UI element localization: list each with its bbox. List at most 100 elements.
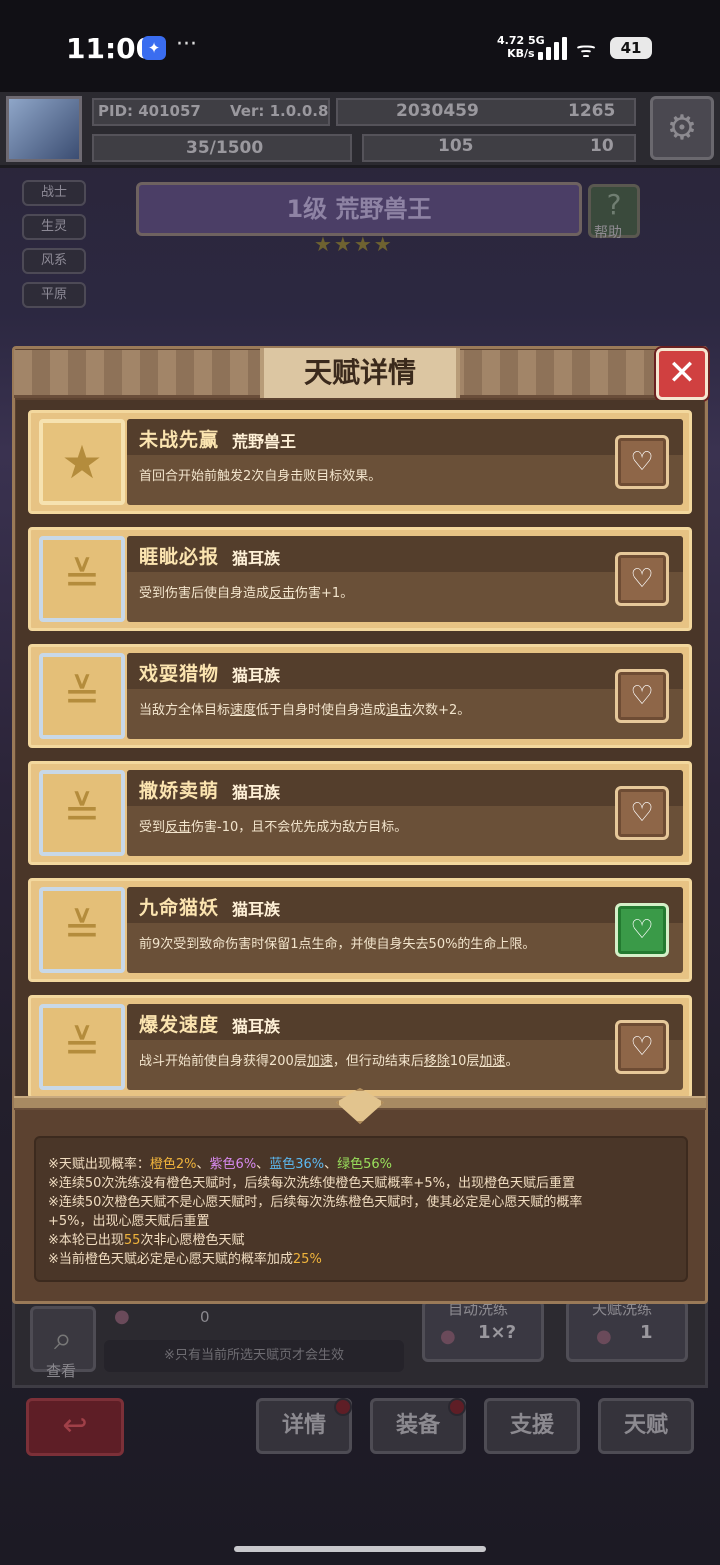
info-line-orange-pity: ※连续50次洗练没有橙色天赋时，后续每次洗练使橙色天赋概率+5%，出现橙色天赋后… — [48, 1176, 575, 1191]
back-button[interactable]: ↩ — [26, 1398, 124, 1456]
description-text: 。 — [505, 1054, 519, 1069]
notification-dot — [334, 1398, 352, 1416]
cat-icon: ≚ — [39, 1004, 125, 1090]
description-text: 伤害+1。 — [295, 586, 354, 601]
talent-name: 撒娇卖萌 — [139, 780, 220, 802]
talent-source: 荒野兽王 — [232, 432, 297, 451]
notification-dot — [448, 1398, 466, 1416]
avatar[interactable] — [6, 96, 82, 162]
info-line-round-count: ※本轮已出现55次非心愿橙色天赋 — [48, 1233, 245, 1248]
talent-description: 当敌方全体目标速度低于自身时使自身造成追击次数+2。 — [139, 699, 609, 718]
cat-icon: ≚ — [39, 536, 125, 622]
keyword-link[interactable]: 反击 — [165, 820, 191, 835]
wish-heart-icon[interactable]: ♡ — [615, 903, 669, 957]
status-bar: 11:00 ✦ ··· 4.72 5G KB/s ᯤ 41 — [0, 0, 720, 92]
stage-title: 1级 荒野兽王 — [136, 182, 582, 236]
talent-name: 未战先赢 — [139, 429, 220, 451]
description-text: 10层 — [449, 1054, 480, 1069]
talent-description: 前9次受到致命伤害时保留1点生命，并使自身失去50%的生命上限。 — [139, 933, 609, 952]
pid-text: PID: 401057 — [98, 102, 201, 120]
wish-heart-icon[interactable]: ♡ — [615, 1020, 669, 1074]
ladybug-app-icon: ✦ — [142, 36, 166, 60]
keyword-link[interactable]: 反击 — [269, 586, 295, 601]
hint-text: ※只有当前所选天赋页才会生效 — [104, 1340, 404, 1372]
info-line-wish-bonus: ※当前橙色天赋必定是心愿天赋的概率加成25% — [48, 1252, 322, 1267]
talent-card[interactable]: ≚ 爆发速度 猫耳族 战斗开始前使自身获得200层加速，但行动结束后移除10层加速。 ♡ — [28, 995, 692, 1099]
description-text: 次数+2。 — [412, 703, 471, 718]
energy-value: 35/1500 — [186, 138, 264, 158]
wish-heart-icon[interactable]: ♡ — [615, 786, 669, 840]
info-line-probability: ※天赋出现概率：橙色2%、紫色6%、蓝色36%、绿色56% — [48, 1157, 393, 1172]
wish-heart-icon[interactable]: ♡ — [615, 435, 669, 489]
cat-icon: ≚ — [39, 653, 125, 739]
potion-icon: ● — [440, 1326, 456, 1347]
help-label: 帮助 — [594, 225, 622, 241]
wish-heart-icon[interactable]: ♡ — [615, 669, 669, 723]
description-text: 战斗开始前使自身获得200层 — [139, 1054, 307, 1069]
talent-source: 猫耳族 — [232, 783, 281, 802]
search-label: 查看 — [46, 1362, 77, 1380]
tag-race: 生灵 — [22, 214, 86, 240]
star-rating: ★★★★ — [314, 232, 394, 256]
home-indicator[interactable] — [234, 1546, 486, 1552]
close-button[interactable]: ✕ — [656, 348, 708, 400]
description-text: 前9次受到致命伤害时保留1点生命，并使自身失去50%的生命上限。 — [139, 937, 536, 952]
description-text: 受到伤害后使自身造成 — [139, 586, 270, 601]
talent-description: 战斗开始前使自身获得200层加速，但行动结束后移除10层加速。 — [139, 1050, 609, 1069]
talent-description: 受到反击伤害-10，且不会优先成为敌方目标。 — [139, 816, 609, 835]
cat-icon: ≚ — [39, 770, 125, 856]
wish-heart-icon[interactable]: ♡ — [615, 552, 669, 606]
keyword-link[interactable]: 加速 — [307, 1054, 333, 1069]
tag-terrain: 平原 — [22, 282, 86, 308]
talent-name: 九命猫妖 — [139, 897, 220, 919]
talent-name: 戏耍猎物 — [139, 663, 220, 685]
description-text: ，但行动结束后 — [332, 1054, 424, 1069]
talent-source: 猫耳族 — [232, 666, 281, 685]
battery-icon: 41 — [610, 37, 652, 59]
talent-card[interactable]: ≚ 九命猫妖 猫耳族前9次受到致命伤害时保留1点生命，并使自身失去50%的生命上限。… — [28, 878, 692, 982]
talent-description: 受到伤害后使自身造成反击伤害+1。 — [139, 582, 609, 601]
settings-gear-icon[interactable]: ⚙ — [650, 96, 714, 160]
cat-icon: ≚ — [39, 887, 125, 973]
talent-source: 猫耳族 — [232, 900, 281, 919]
talent-name: 睚眦必报 — [139, 546, 220, 568]
tag-element: 风系 — [22, 248, 86, 274]
keyword-link[interactable]: 移除 — [424, 1054, 450, 1069]
signal-icon — [538, 36, 570, 60]
gold-value: 2030459 — [396, 101, 479, 121]
talent-wash-value: 1 — [640, 1322, 653, 1343]
talent-source: 猫耳族 — [232, 1017, 281, 1036]
tab-support[interactable]: 支援 — [484, 1398, 580, 1454]
tab-talent[interactable]: 天赋 — [598, 1398, 694, 1454]
star-icon: ★ — [39, 419, 125, 505]
gem-value: 1265 — [568, 101, 616, 121]
potion-count: 0 — [200, 1308, 210, 1326]
version-text: Ver: 1.0.0.8 — [230, 102, 329, 120]
description-text: 首回合开始前触发2次自身击败目标效果。 — [139, 469, 382, 484]
keyword-link[interactable]: 加速 — [479, 1054, 505, 1069]
talent-card[interactable]: ≚ 睚眦必报 猫耳族受到伤害后使自身造成反击伤害+1。 ♡ — [28, 527, 692, 631]
auto-wash-value: 1×? — [478, 1322, 517, 1343]
talent-source: 猫耳族 — [232, 549, 281, 568]
clover-value: 105 — [438, 136, 474, 156]
description-text: 低于自身时使自身造成 — [256, 703, 387, 718]
talent-description: 首回合开始前触发2次自身击败目标效果。 — [139, 465, 609, 484]
potion-icon: ● — [114, 1306, 130, 1327]
talent-card[interactable]: ≚ 戏耍猎物 猫耳族当敌方全体目标速度低于自身时使自身造成追击次数+2。 ♡ — [28, 644, 692, 748]
talent-card[interactable]: ★ 未战先赢 荒野兽王首回合开始前触发2次自身击败目标效果。 ♡ — [28, 410, 692, 514]
description-text: 伤害-10，且不会优先成为敌方目标。 — [191, 820, 408, 835]
more-dots-icon: ··· — [176, 32, 197, 57]
keyword-link[interactable]: 追击 — [386, 703, 412, 718]
key-value: 10 — [590, 136, 614, 156]
talent-name: 爆发速度 — [139, 1014, 220, 1036]
info-line-wish-pity: ※连续50次橙色天赋不是心愿天赋时，后续每次洗练橙色天赋时，使其必定是心愿天赋的… — [48, 1195, 583, 1210]
description-text: 受到 — [139, 820, 166, 835]
modal-title: 天赋详情 — [260, 348, 460, 398]
tag-class: 战士 — [22, 180, 86, 206]
talent-card[interactable]: ≚ 撒娇卖萌 猫耳族受到反击伤害-10，且不会优先成为敌方目标。 ♡ — [28, 761, 692, 865]
keyword-link[interactable]: 速度 — [230, 703, 256, 718]
description-text: 当敌方全体目标 — [139, 703, 231, 718]
info-line-wish-pity-cont: +5%，出现心愿天赋后重置 — [48, 1214, 210, 1229]
potion-icon: ● — [596, 1326, 612, 1347]
wifi-icon: ᯤ — [576, 38, 597, 63]
